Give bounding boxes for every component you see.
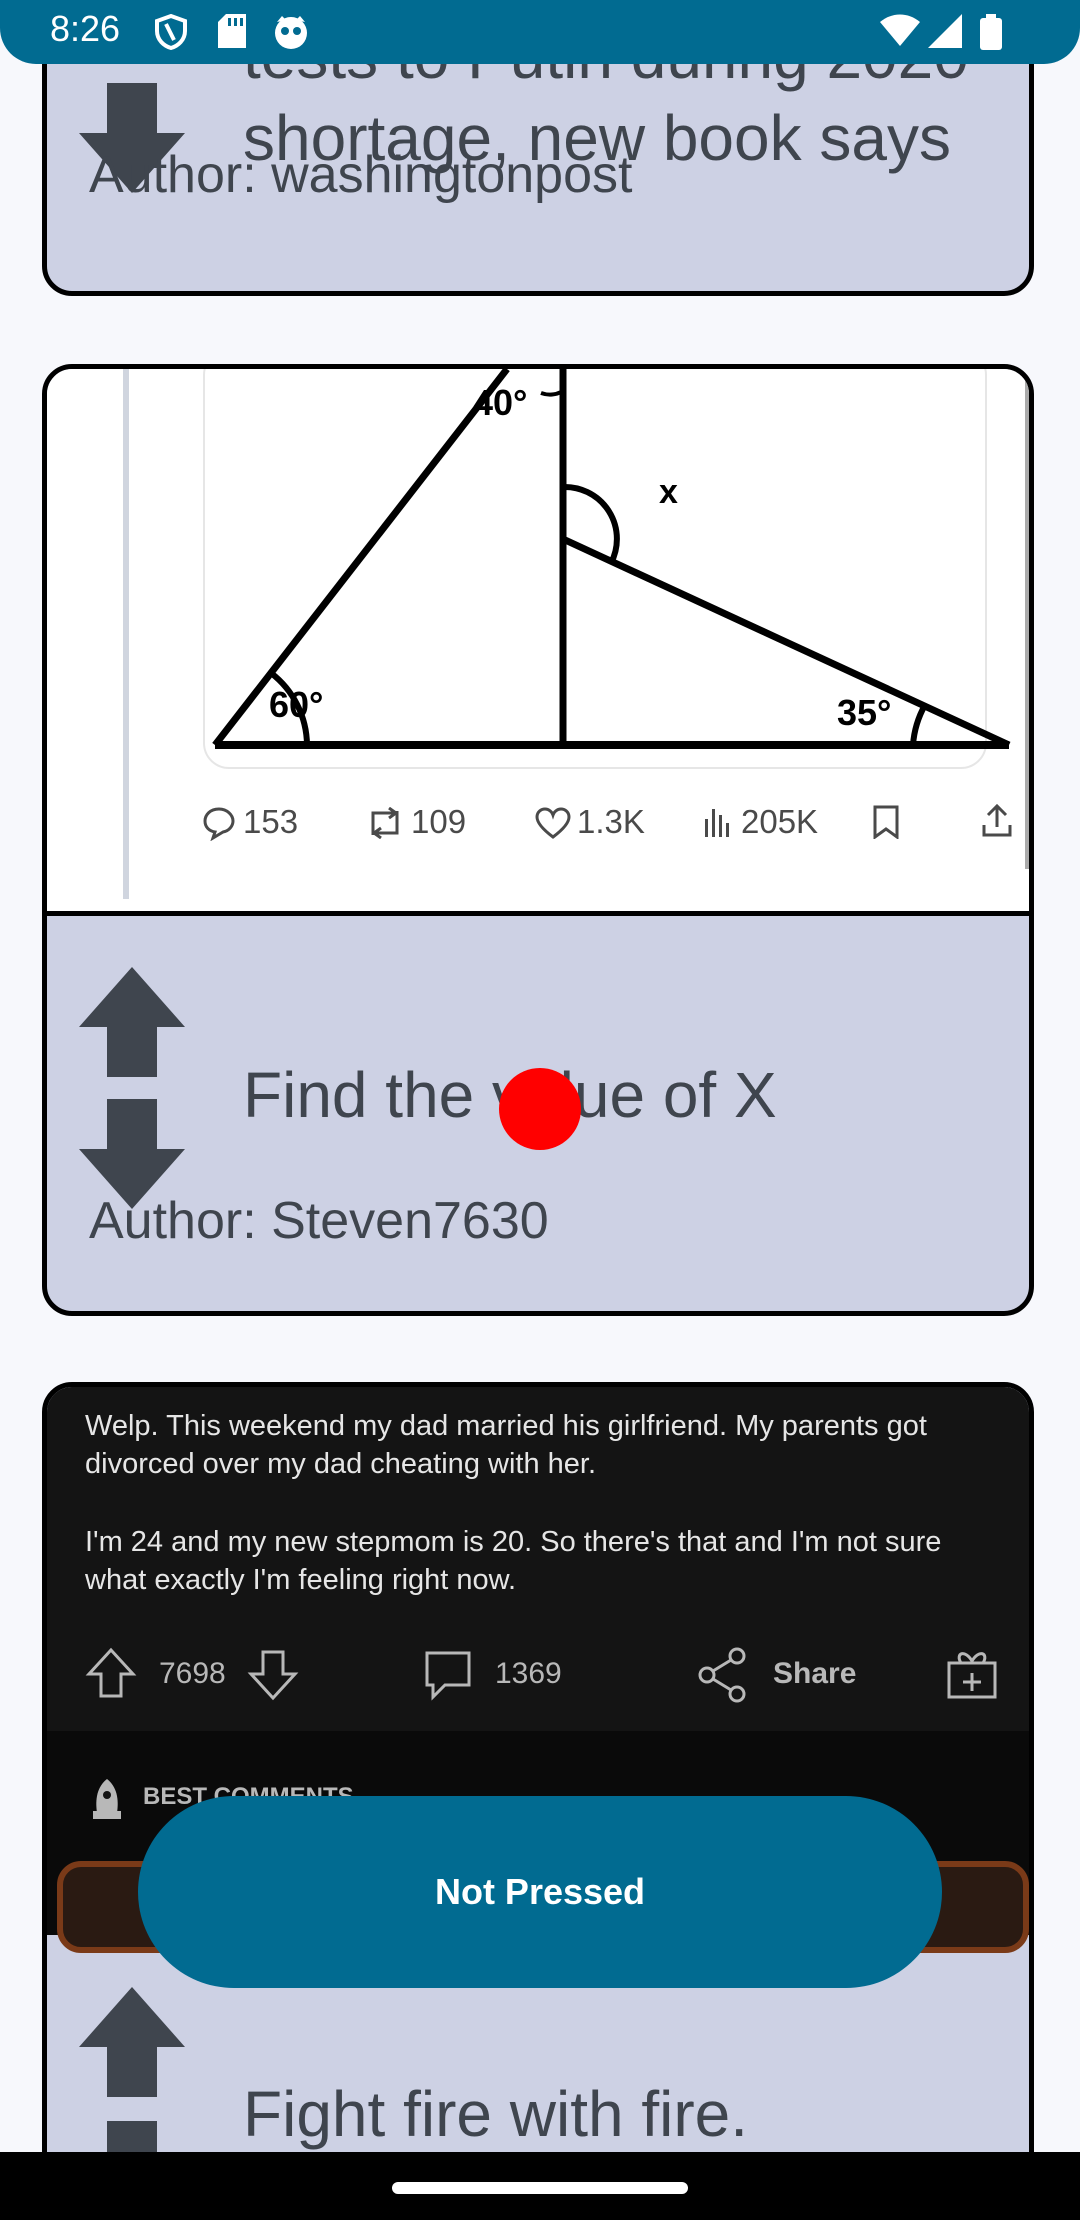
view-count: 205K — [741, 803, 819, 840]
bookmark-icon[interactable] — [873, 805, 899, 839]
post-author-text: Author: washingtonpost — [89, 146, 633, 204]
post-image[interactable]: 40° x 60° 35° 153 109 1.3K 205K — [47, 369, 1029, 916]
downvote-outline-icon — [247, 1650, 299, 1701]
comment-icon — [425, 1651, 471, 1701]
not-pressed-button[interactable]: Not Pressed — [138, 1796, 942, 1988]
reply-icon[interactable] — [201, 805, 237, 841]
rocket-icon — [93, 1779, 121, 1819]
thread-line — [123, 369, 129, 899]
status-time: 8:26 — [50, 8, 121, 49]
views-icon[interactable] — [703, 807, 733, 837]
like-count: 1.3K — [577, 803, 645, 840]
status-bar: 8:26 — [0, 0, 1080, 64]
shield-icon — [155, 14, 187, 50]
gift-icon — [947, 1652, 997, 1699]
reply-count: 153 — [243, 803, 299, 840]
share-label: Share — [773, 1657, 857, 1690]
triangle-diagram: 40° x 60° 35° — [212, 369, 1011, 749]
upvote-icon[interactable] — [79, 967, 185, 1077]
post-author: Author: washingtonpost — [89, 95, 632, 204]
upvote-count: 7698 — [159, 1657, 226, 1690]
angle-label-40: 40° — [473, 382, 527, 423]
like-icon[interactable] — [535, 807, 571, 839]
angle-label-35: 35° — [837, 692, 891, 733]
wifi-icon — [880, 14, 920, 46]
post-image-text-2: I'm 24 and my new stepmom is 20. So ther… — [85, 1526, 942, 1596]
navigation-bar — [0, 2152, 1080, 2220]
upvote-outline-icon — [85, 1647, 137, 1698]
post-title: Find the value of X — [243, 1059, 777, 1131]
post-title: Fight fire with fire. — [243, 2078, 749, 2150]
app-notification-icon — [275, 16, 307, 49]
angle-label-x: x — [659, 473, 678, 511]
share-icon[interactable] — [981, 803, 1013, 839]
post-card[interactable]: Welp. This weekend my dad married his gi… — [42, 1382, 1034, 2202]
angle-label-60: 60° — [269, 684, 323, 725]
home-gesture-handle[interactable] — [392, 2182, 688, 2194]
sd-card-icon — [218, 14, 246, 48]
share-node-icon — [698, 1647, 746, 1703]
post-author: Author: Steven7630 — [89, 1192, 549, 1250]
post-card[interactable]: 40° x 60° 35° 153 109 1.3K 205K Find the… — [42, 364, 1034, 1316]
repost-count: 109 — [411, 803, 467, 840]
battery-icon — [980, 14, 1002, 50]
post-image-text-1: Welp. This weekend my dad married his gi… — [85, 1410, 927, 1480]
repost-icon[interactable] — [365, 807, 405, 839]
scrollbar[interactable] — [1025, 369, 1029, 869]
upvote-icon[interactable] — [79, 1987, 185, 2097]
touch-indicator — [499, 1068, 581, 1150]
signal-icon — [928, 14, 962, 48]
comment-count: 1369 — [495, 1657, 562, 1690]
